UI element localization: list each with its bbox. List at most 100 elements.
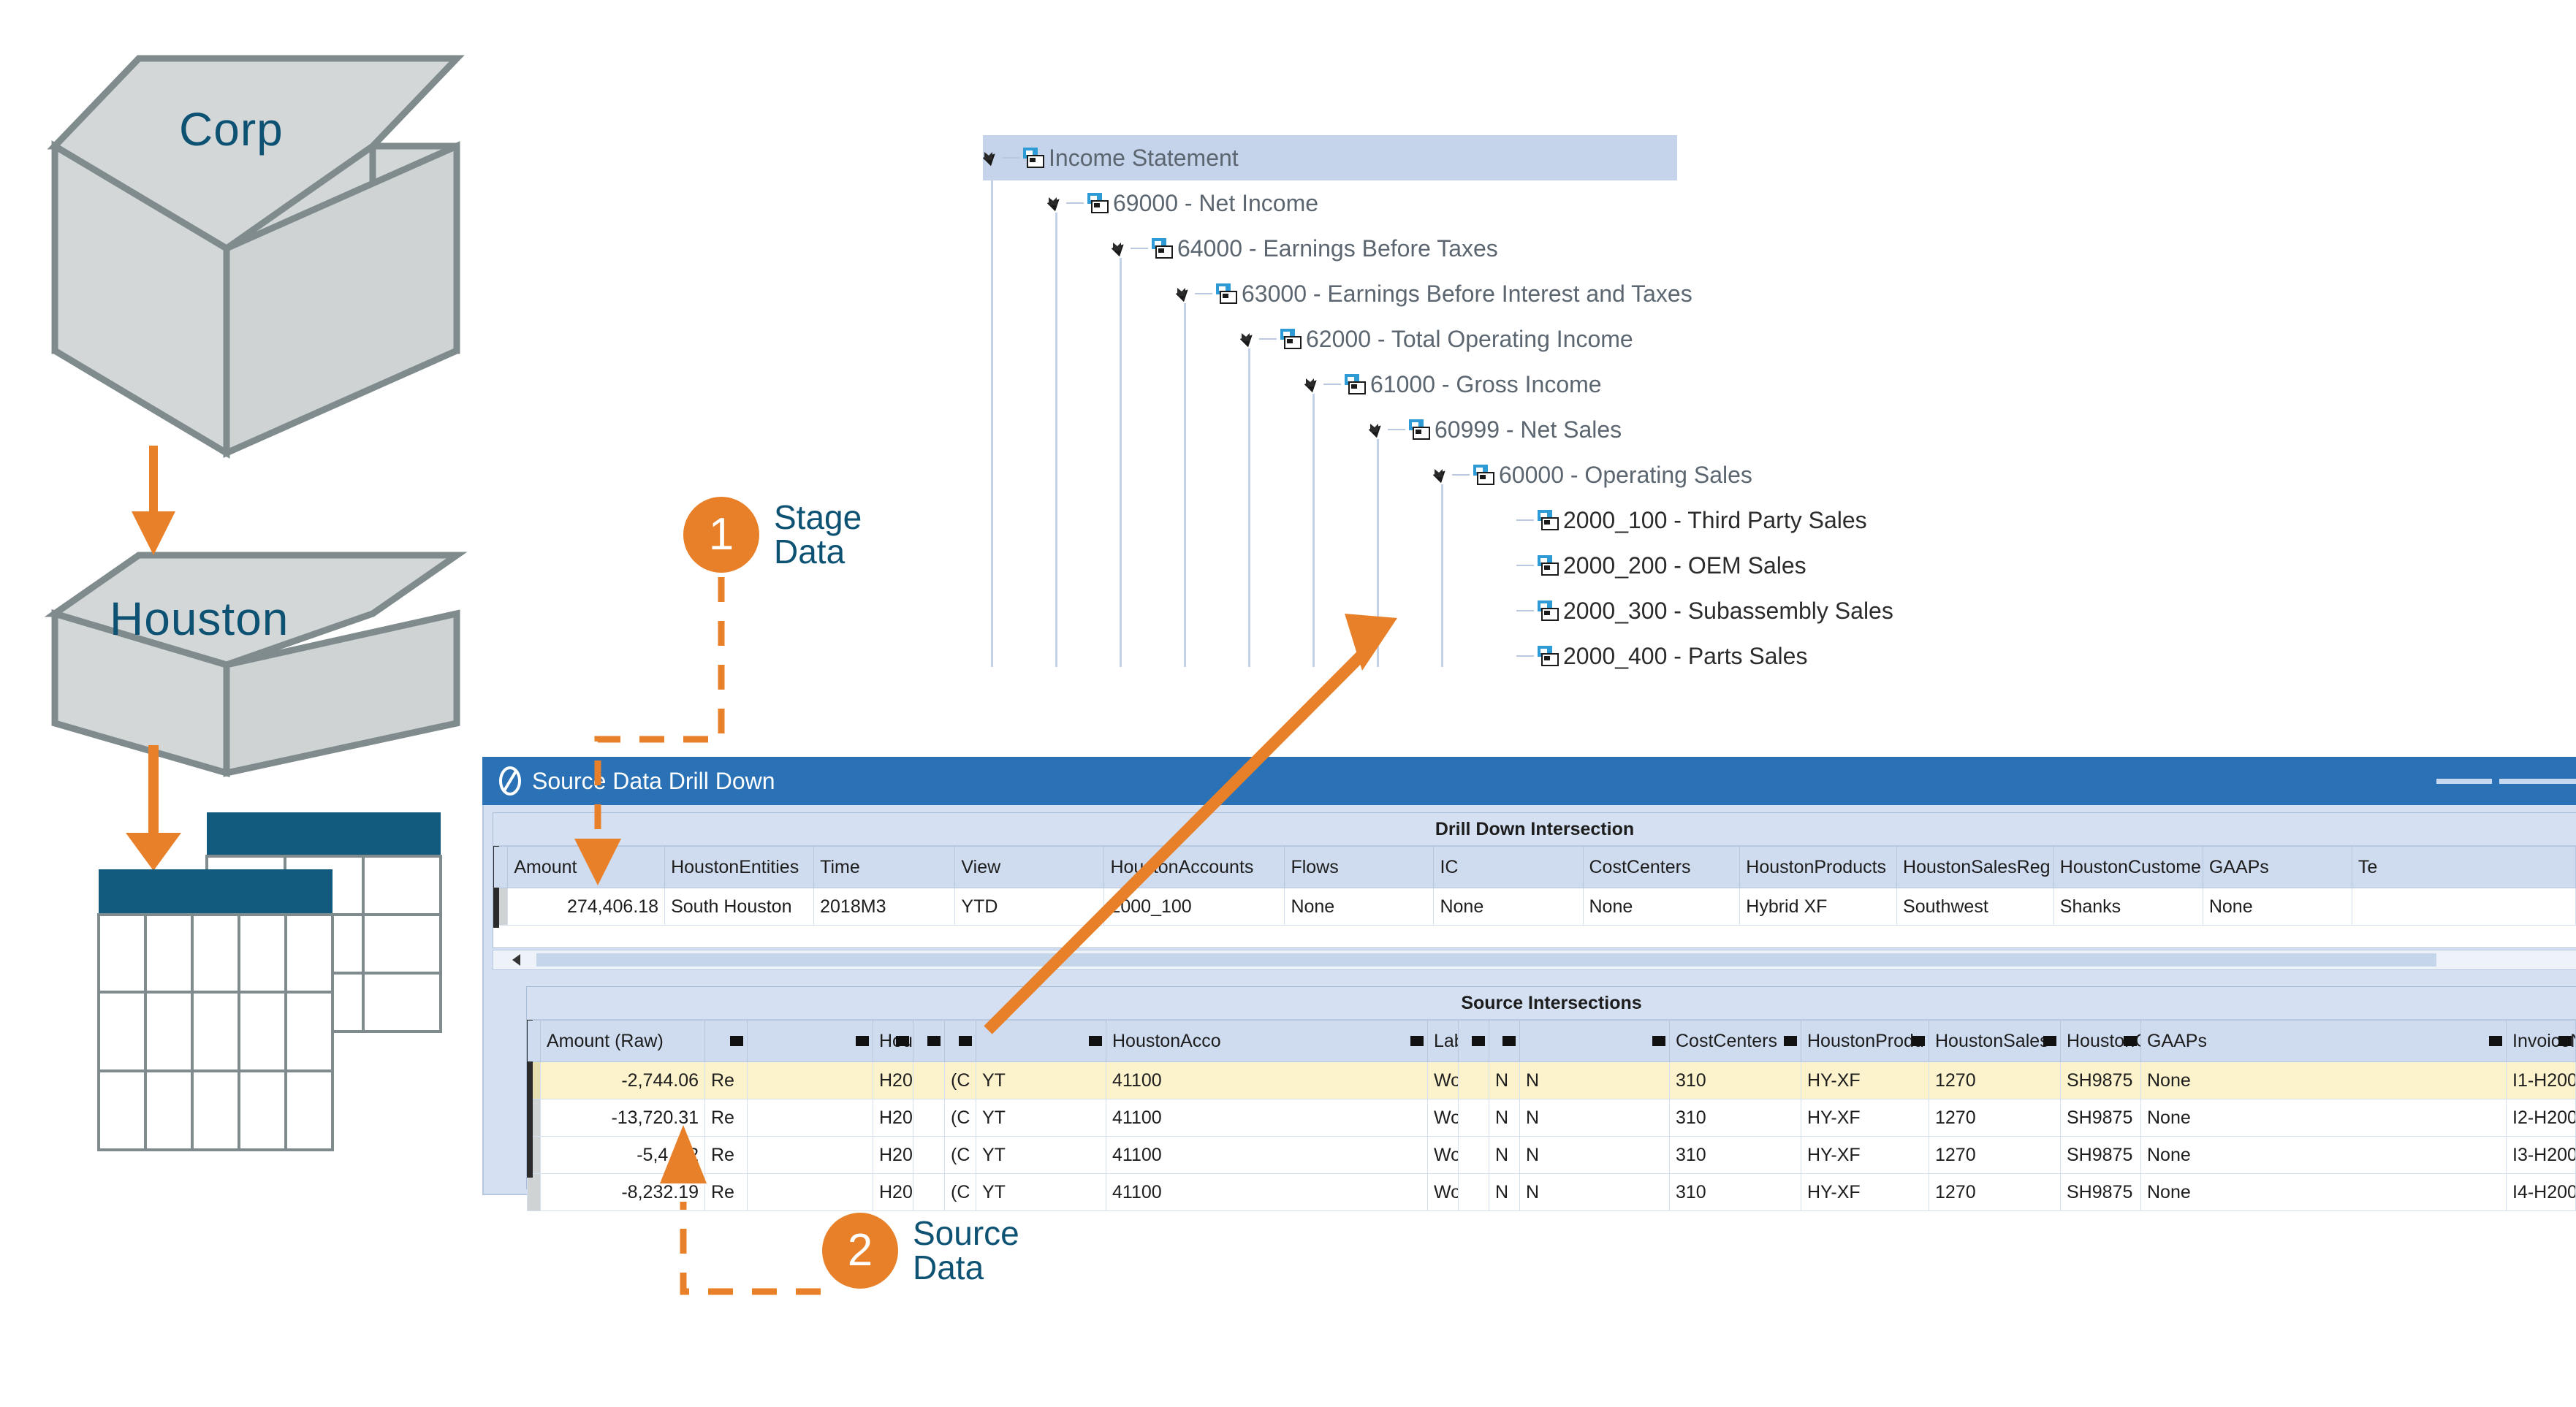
tree-node[interactable]: 69000 - Net Income — [1046, 180, 1318, 226]
table-cell: I1-H200-SH9875-2018M3 — [2506, 1061, 2576, 1099]
tree-expander-icon[interactable] — [1432, 467, 1449, 484]
tree-node[interactable]: 2000_200 - OEM Sales — [1497, 543, 1806, 588]
filter-icon[interactable] — [2489, 1036, 2502, 1046]
tree-node[interactable]: 62000 - Total Operating Income — [1239, 316, 1633, 362]
filter-icon[interactable] — [927, 1036, 941, 1046]
column-header[interactable]: CostCenters — [1582, 846, 1741, 888]
tree-expander-icon[interactable] — [1368, 422, 1385, 438]
filter-icon[interactable] — [1472, 1036, 1485, 1046]
restore-icon[interactable] — [2499, 778, 2576, 784]
tree-node[interactable]: 64000 - Earnings Before Taxes — [1111, 226, 1498, 271]
table-cell: I4-H200-SH9875-2018M3 — [2506, 1173, 2576, 1211]
column-header[interactable] — [1489, 1020, 1520, 1062]
column-header[interactable] — [913, 1020, 945, 1062]
column-header[interactable]: HoustonCustome — [2053, 846, 2203, 888]
column-header[interactable]: HoustonAccounts — [1103, 846, 1285, 888]
column-header[interactable]: Label — [1427, 1020, 1459, 1062]
column-header[interactable]: HoustonEntities — [664, 846, 815, 888]
filter-icon[interactable] — [1410, 1036, 1424, 1046]
column-header[interactable]: Flows — [1284, 846, 1435, 888]
column-header[interactable]: GAAPs — [2140, 1020, 2507, 1062]
filter-icon[interactable] — [1912, 1036, 1925, 1046]
tree-guide-line — [1248, 348, 1250, 667]
filter-icon[interactable] — [959, 1036, 972, 1046]
column-header[interactable]: IC — [1433, 846, 1584, 888]
column-header[interactable] — [704, 1020, 748, 1062]
column-header[interactable] — [976, 1020, 1106, 1062]
table-row[interactable]: -13,720.31Re H200 (CYT41100Work Day 2 Invo… — [527, 1099, 2576, 1137]
si-header-row: Amount (Raw) HoustonEnt HoustonAccoLabel Co… — [527, 1020, 2576, 1062]
tree-node[interactable]: 61000 - Gross Income — [1304, 362, 1602, 407]
tree-node[interactable]: Income Statement — [982, 135, 1677, 180]
filter-icon[interactable] — [1652, 1036, 1665, 1046]
table-row[interactable]: -2,744.06Re H200 (CYT41100Work Day 1 Invoi… — [527, 1061, 2576, 1099]
member-cube-icon — [1344, 373, 1366, 395]
column-header[interactable] — [1458, 1020, 1489, 1062]
window-body: Drill Down Intersection Amount HoustonEnt… — [482, 805, 2576, 1211]
tree-expander-icon[interactable] — [1111, 240, 1128, 257]
column-header[interactable]: InvoiceNo — [2506, 1020, 2576, 1062]
filter-icon[interactable] — [1089, 1036, 1102, 1046]
filter-icon[interactable] — [1784, 1036, 1797, 1046]
ddi-horizontal-scrollbar[interactable] — [493, 950, 2576, 970]
tree-connector-line — [1516, 565, 1534, 566]
tree-expander-icon[interactable] — [1175, 286, 1192, 302]
si-body[interactable]: -2,744.06ReH200(CYT41100Work Day 1 Invoi… — [527, 1061, 2576, 1211]
tree-node[interactable]: 60999 - Net Sales — [1368, 407, 1622, 452]
column-header[interactable]: HoustonSales — [1929, 1020, 2061, 1062]
minimize-icon[interactable] — [2436, 778, 2492, 784]
column-header[interactable] — [944, 1020, 976, 1062]
column-header[interactable]: Amount — [507, 846, 666, 888]
column-header[interactable] — [1519, 1020, 1670, 1062]
scroll-left-arrow-icon[interactable] — [498, 954, 520, 966]
table-cell: YT — [976, 1136, 1106, 1174]
table-cell: N — [1489, 1173, 1520, 1211]
tree-expander-icon[interactable] — [1046, 195, 1063, 212]
filter-icon[interactable] — [2558, 1036, 2572, 1046]
account-hierarchy-tree[interactable]: Income Statement 69000 - Net Income 64000 … — [982, 135, 1893, 771]
table-row[interactable]: 274,406.18 South Houston 2018M3 YTD 2000_100… — [493, 888, 2576, 926]
tree-expander-icon[interactable] — [1304, 376, 1321, 393]
tree-expander-icon[interactable] — [982, 150, 999, 167]
column-header[interactable]: HoustonSalesReg — [1896, 846, 2054, 888]
column-header[interactable]: Amount (Raw) — [540, 1020, 705, 1062]
tree-node[interactable]: 2000_300 - Subassembly Sales — [1497, 588, 1893, 633]
window-buttons[interactable] — [2436, 757, 2576, 805]
column-header[interactable]: HoustonAcco — [1106, 1020, 1428, 1062]
filter-icon[interactable] — [896, 1036, 909, 1046]
tree-expander-icon[interactable] — [1239, 331, 1256, 348]
column-header[interactable]: GAAPs — [2202, 846, 2352, 888]
tree-node[interactable]: 63000 - Earnings Before Interest and Tax… — [1175, 271, 1692, 316]
column-header[interactable]: View — [954, 846, 1105, 888]
column-header[interactable]: Te — [2351, 846, 2576, 888]
tree-node-label: 2000_400 - Parts Sales — [1563, 642, 1808, 669]
row-selector-cell[interactable] — [527, 1173, 541, 1211]
filter-icon[interactable] — [856, 1036, 869, 1046]
tree-node[interactable]: 2000_100 - Third Party Sales — [1497, 497, 1867, 543]
filter-icon[interactable] — [730, 1036, 743, 1046]
filter-icon[interactable] — [1502, 1036, 1516, 1046]
tree-node[interactable]: 60000 - Operating Sales — [1432, 452, 1752, 497]
column-header[interactable]: HoustonProducts — [1739, 846, 1898, 888]
table-row[interactable]: -5,4 .12Re H200 (CYT41100Work Day 3 Invoic… — [527, 1136, 2576, 1174]
column-header[interactable]: CostCenters — [1669, 1020, 1801, 1062]
ddi-body[interactable]: 274,406.18 South Houston 2018M3 YTD 2000_100… — [493, 888, 2576, 926]
column-header[interactable]: HoustonCusto — [2060, 1020, 2141, 1062]
filter-icon[interactable] — [2124, 1036, 2137, 1046]
tree-node[interactable]: 2000_400 - Parts Sales — [1497, 633, 1807, 679]
cube-flow-diagram: Corp Houston — [0, 0, 468, 1403]
ddi-scroll-thumb[interactable] — [536, 953, 2436, 966]
column-header[interactable] — [747, 1020, 873, 1062]
filter-icon[interactable] — [2043, 1036, 2056, 1046]
source-intersections-caption: Source Intersections — [527, 987, 2576, 1020]
column-header[interactable]: HoustonProdu — [1801, 1020, 1929, 1062]
table-cell: None — [2202, 888, 2352, 926]
table-row[interactable]: -8,232.19Re H200 (CYT41100Work Day 4 Invoi… — [527, 1173, 2576, 1211]
table-cell: -5,4 .12 — [540, 1136, 705, 1174]
source-intersections-table[interactable]: Amount (Raw) HoustonEnt HoustonAccoLabel Co… — [527, 1020, 2576, 1211]
drill-down-intersection-table[interactable]: Amount HoustonEntities Time View HoustonAcco… — [493, 846, 2576, 926]
column-header[interactable]: HoustonEnt — [873, 1020, 913, 1062]
table-cell: None — [2140, 1173, 2507, 1211]
column-header[interactable]: Time — [813, 846, 956, 888]
callout-2-label: Source Data — [913, 1216, 1019, 1285]
